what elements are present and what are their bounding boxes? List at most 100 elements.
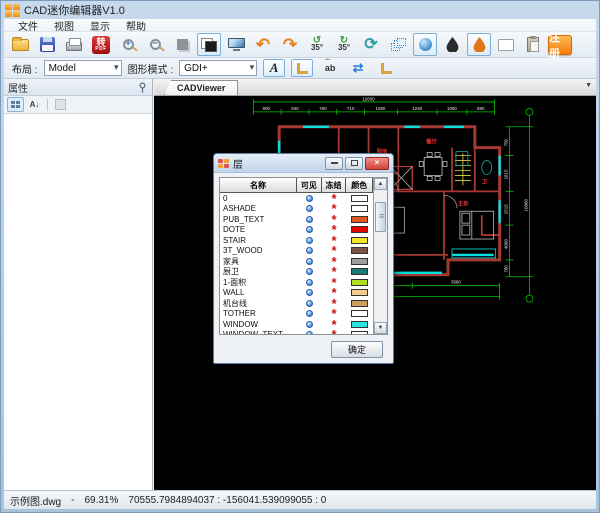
color-swatch[interactable] [351, 216, 368, 223]
column-name[interactable]: 名称 [220, 178, 297, 192]
graphics-mode-select[interactable]: GDI+ [179, 60, 257, 76]
save-button[interactable] [35, 33, 59, 56]
visible-bulb-icon[interactable] [306, 237, 313, 244]
visible-bulb-icon[interactable] [306, 300, 313, 307]
title-bar: CAD迷你编辑器V1.0 [1, 1, 599, 19]
visible-bulb-icon[interactable] [306, 195, 313, 202]
zoom-in-button[interactable]: + [116, 33, 140, 56]
close-button[interactable]: × [365, 157, 389, 170]
undo-button[interactable]: ↶ [251, 33, 275, 56]
visible-bulb-icon[interactable] [306, 321, 313, 328]
visible-bulb-icon[interactable] [306, 279, 313, 286]
visible-bulb-icon[interactable] [306, 268, 313, 275]
font-style-button[interactable]: A [263, 59, 285, 77]
blue-ball-icon [419, 38, 432, 51]
visible-bulb-icon[interactable] [306, 331, 313, 334]
minimize-button[interactable] [325, 157, 343, 170]
table-row[interactable]: 3T_WOOD* [220, 246, 373, 257]
column-frozen[interactable]: 冻结 [322, 178, 347, 192]
render-sphere-button[interactable] [413, 33, 437, 56]
table-row[interactable]: WALL* [220, 288, 373, 299]
menu-help[interactable]: 帮助 [118, 18, 154, 33]
clipboard-button[interactable] [521, 33, 545, 56]
fullscreen-button[interactable] [224, 33, 248, 56]
table-row[interactable]: PUB_TEXT* [220, 214, 373, 225]
color-swatch[interactable] [351, 226, 368, 233]
line-corner-button[interactable] [291, 59, 313, 77]
maximize-button[interactable] [345, 157, 363, 170]
color-swatch[interactable] [351, 205, 368, 212]
column-color[interactable]: 颜色 [346, 178, 373, 192]
visible-bulb-icon[interactable] [306, 226, 313, 233]
table-row[interactable]: 0* [220, 193, 373, 204]
svg-text:1060: 1060 [375, 106, 385, 111]
color-swatch[interactable] [351, 247, 368, 254]
visible-bulb-icon[interactable] [306, 258, 313, 265]
color-swatch[interactable] [351, 321, 368, 328]
color-swatch[interactable] [351, 300, 368, 307]
print-button[interactable] [62, 33, 86, 56]
menu-file[interactable]: 文件 [10, 18, 46, 33]
visible-bulb-icon[interactable] [306, 247, 313, 254]
background-color-button[interactable] [170, 33, 194, 56]
color-swatch[interactable] [351, 195, 368, 202]
rotate-left-35-button[interactable]: ↺35° [305, 33, 329, 56]
ink-color-button[interactable] [467, 33, 491, 56]
color-swatch[interactable] [351, 258, 368, 265]
scrollbar-thumb[interactable] [375, 202, 386, 232]
menu-display[interactable]: 显示 [82, 18, 118, 33]
background-toggle-button[interactable] [197, 33, 221, 56]
table-row[interactable]: 机台线* [220, 298, 373, 309]
tab-list-button[interactable]: ▼ [585, 82, 592, 89]
rotate-right-35-button[interactable]: ↻35° [332, 33, 356, 56]
color-swatch[interactable] [351, 310, 368, 317]
open-file-button[interactable] [8, 33, 32, 56]
zoom-out-button[interactable]: − [143, 33, 167, 56]
line-corner-button-2[interactable] [375, 59, 397, 77]
table-row[interactable]: WINDOW_TEXT* [220, 330, 373, 335]
table-row[interactable]: DOTE* [220, 225, 373, 236]
color-swatch[interactable] [351, 331, 368, 334]
layers-scrollbar[interactable]: ▲ ▼ [373, 178, 387, 334]
table-row[interactable]: TOTHER* [220, 309, 373, 320]
tab-cadviewer[interactable]: CADViewer [164, 80, 238, 95]
visible-bulb-icon[interactable] [306, 205, 313, 212]
register-button[interactable]: 注 册 [548, 35, 572, 55]
scroll-down-icon[interactable]: ▼ [374, 322, 387, 334]
color-swatch[interactable] [351, 237, 368, 244]
options-toolbar: 布局 : Model 图形模式 : GDI+ A ab ⇄ [4, 58, 596, 79]
ok-button[interactable]: 确定 [331, 341, 383, 358]
visible-bulb-icon[interactable] [306, 310, 313, 317]
text-position-button[interactable]: ab [319, 59, 341, 77]
visible-bulb-icon[interactable] [306, 289, 313, 296]
categorized-view-button[interactable] [7, 97, 24, 112]
color-swatch[interactable] [351, 279, 368, 286]
table-row[interactable]: STAIR* [220, 235, 373, 246]
pin-icon[interactable] [137, 82, 148, 93]
scroll-up-icon[interactable]: ▲ [374, 178, 387, 190]
color-swatch[interactable] [351, 289, 368, 296]
menu-view[interactable]: 视图 [46, 18, 82, 33]
layout-select[interactable]: Model [44, 60, 122, 76]
rotate-3d-button[interactable]: ⟳ [359, 33, 383, 56]
redo-button[interactable]: ↷ [278, 33, 302, 56]
table-row[interactable]: 厨卫* [220, 267, 373, 278]
table-row[interactable]: WINDOW* [220, 319, 373, 330]
layers-button[interactable] [386, 33, 410, 56]
ink-black-button[interactable] [440, 33, 464, 56]
convert-pdf-button[interactable]: 转PDF [89, 33, 113, 56]
swap-button[interactable]: ⇄ [347, 59, 369, 77]
alphabetical-sort-button[interactable]: A↓ [26, 97, 43, 112]
blank-page-button[interactable] [494, 33, 518, 56]
properties-content[interactable] [4, 115, 152, 490]
layers-dialog-titlebar[interactable]: 层 × [214, 154, 393, 173]
table-row[interactable]: 家具* [220, 256, 373, 267]
color-swatch[interactable] [351, 268, 368, 275]
visible-bulb-icon[interactable] [306, 216, 313, 223]
status-filename: 示例图.dwg [10, 493, 61, 508]
frozen-icon[interactable]: * [331, 331, 336, 334]
table-row[interactable]: 1-面积* [220, 277, 373, 288]
table-row[interactable]: ASHADE* [220, 204, 373, 215]
column-visible[interactable]: 可见 [297, 178, 322, 192]
property-pages-button[interactable] [52, 97, 69, 112]
